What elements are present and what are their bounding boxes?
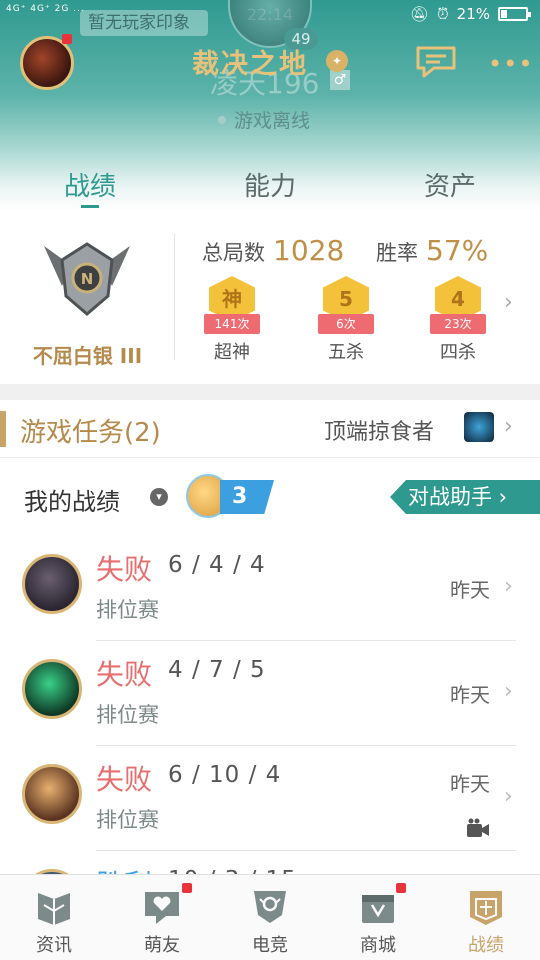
nav-label: 电竞 [252, 935, 288, 956]
medal-label: 超神 [214, 342, 250, 363]
chevron-right-icon: › [504, 290, 513, 315]
nav-news[interactable]: 资讯 [0, 875, 108, 960]
match-row[interactable]: 失败 4 / 7 / 5 排位赛 昨天 › [0, 641, 540, 746]
match-result: 失败 [96, 658, 153, 691]
nav-record[interactable]: 战绩 [432, 875, 540, 960]
medal-label: 四杀 [440, 342, 476, 363]
divider [174, 234, 175, 360]
player-impression[interactable]: 暂无玩家印象 [80, 10, 208, 36]
rank-name: 不屈白银 III [32, 344, 143, 368]
tab-ability[interactable]: 能力 [180, 160, 360, 212]
streak-badge: 3 [186, 474, 278, 520]
record-icon [470, 891, 502, 925]
match-mode: 排位赛 [96, 808, 159, 832]
nav-label: 商城 [360, 935, 396, 956]
hero-avatar [22, 764, 82, 824]
match-mode: 排位赛 [96, 598, 159, 622]
medal-count: 23次 [430, 314, 486, 334]
nav-label: 战绩 [468, 935, 504, 956]
win-rate-label: 胜率 [376, 241, 418, 265]
my-record-header: 我的战绩 ▾ 3 对战助手 › [0, 458, 540, 536]
avatar[interactable] [20, 36, 74, 90]
hero-avatar [22, 554, 82, 614]
nav-badge-dot [182, 883, 192, 893]
profile-header: 4G⁺ 4G⁺ 2G ... 22:14 🔕︎ ⏰︎ 21% 49 暂无玩家印象… [0, 0, 540, 212]
chevron-right-icon: › [504, 574, 513, 599]
match-result: 失败 [96, 763, 153, 796]
online-status: 游戏离线 [218, 106, 310, 133]
video-replay-icon[interactable] [466, 818, 490, 838]
store-icon [362, 895, 394, 923]
stats-card[interactable]: N 不屈白银 III 总局数 1028 胜率 57% 神 141次 超神 5 6… [0, 212, 540, 384]
medal-count: 141次 [204, 314, 260, 334]
alarm-icon: ⏰︎ [436, 5, 449, 23]
my-record-title[interactable]: 我的战绩 [24, 482, 120, 517]
bottom-navigation: 资讯 萌友 电竞 商城 战绩 [0, 874, 540, 960]
match-time: 昨天 [450, 683, 490, 707]
tab-bar: 战绩 能力 资产 [0, 160, 540, 212]
chevron-right-icon: › [504, 679, 513, 704]
avatar-notification-dot [62, 34, 72, 44]
match-row[interactable]: 失败 6 / 4 / 4 排位赛 昨天 › [0, 536, 540, 641]
medal-quadrakill: 4 23次 四杀 [418, 276, 498, 364]
bell-muted-icon: 🔕︎ [409, 5, 429, 23]
esports-icon [254, 891, 286, 923]
streak-count: 3 [220, 480, 274, 514]
server-emblem-icon: ✦ [326, 50, 348, 72]
match-time: 昨天 [450, 772, 490, 796]
status-right: 🔕︎ ⏰︎ 21% [409, 5, 531, 23]
tab-record[interactable]: 战绩 [0, 160, 180, 212]
nav-label: 萌友 [144, 935, 180, 956]
more-icon[interactable]: ••• [488, 50, 533, 78]
task-name: 顶端掠食者 [324, 420, 435, 445]
task-badge-icon [464, 412, 494, 442]
chat-heart-icon [145, 892, 179, 924]
battery-icon [498, 7, 531, 21]
tab-assets[interactable]: 资产 [360, 160, 540, 212]
nav-badge-dot [396, 883, 406, 893]
match-result: 失败 [96, 553, 153, 586]
section-accent [0, 411, 6, 447]
match-mode: 排位赛 [96, 703, 159, 727]
win-rate: 胜率 57% [376, 234, 488, 267]
medal-count: 6次 [318, 314, 374, 334]
nav-esports[interactable]: 电竞 [216, 875, 324, 960]
battle-assistant-button[interactable]: 对战助手 › [390, 480, 540, 514]
match-kda: 6 / 10 / 4 [168, 762, 282, 788]
total-games: 总局数 1028 [202, 234, 344, 267]
game-tasks-title: 游戏任务(2) [20, 418, 161, 448]
win-rate-value: 57% [426, 234, 489, 267]
male-icon: ♂ [330, 70, 350, 90]
battle-assistant-label: 对战助手 [408, 485, 492, 509]
book-icon [38, 893, 70, 925]
match-time: 昨天 [450, 578, 490, 602]
hero-avatar [22, 659, 82, 719]
medal-pentakill: 5 6次 五杀 [306, 276, 386, 364]
medal-legendary: 神 141次 超神 [192, 276, 272, 364]
chevron-right-icon: › [504, 414, 513, 439]
message-icon[interactable] [414, 44, 458, 78]
total-games-label: 总局数 [202, 241, 265, 265]
chevron-right-icon: › [504, 784, 513, 809]
server-name: 裁决之地 [192, 49, 308, 80]
chevron-down-icon[interactable]: ▾ [150, 488, 168, 506]
silver-rank-icon: N [44, 242, 130, 316]
match-row[interactable]: 失败 6 / 10 / 4 排位赛 昨天 › [0, 746, 540, 851]
svg-text:N: N [81, 270, 94, 288]
game-tasks-row[interactable]: 游戏任务(2) 顶端掠食者 › [0, 400, 540, 458]
nav-label: 资讯 [36, 935, 72, 956]
nav-store[interactable]: 商城 [324, 875, 432, 960]
battery-percent: 21% [456, 5, 490, 23]
total-games-value: 1028 [273, 234, 345, 267]
match-kda: 6 / 4 / 4 [168, 552, 266, 578]
medal-label: 五杀 [328, 342, 364, 363]
nav-friends[interactable]: 萌友 [108, 875, 216, 960]
match-kda: 4 / 7 / 5 [168, 657, 266, 683]
section-gap [0, 384, 540, 400]
